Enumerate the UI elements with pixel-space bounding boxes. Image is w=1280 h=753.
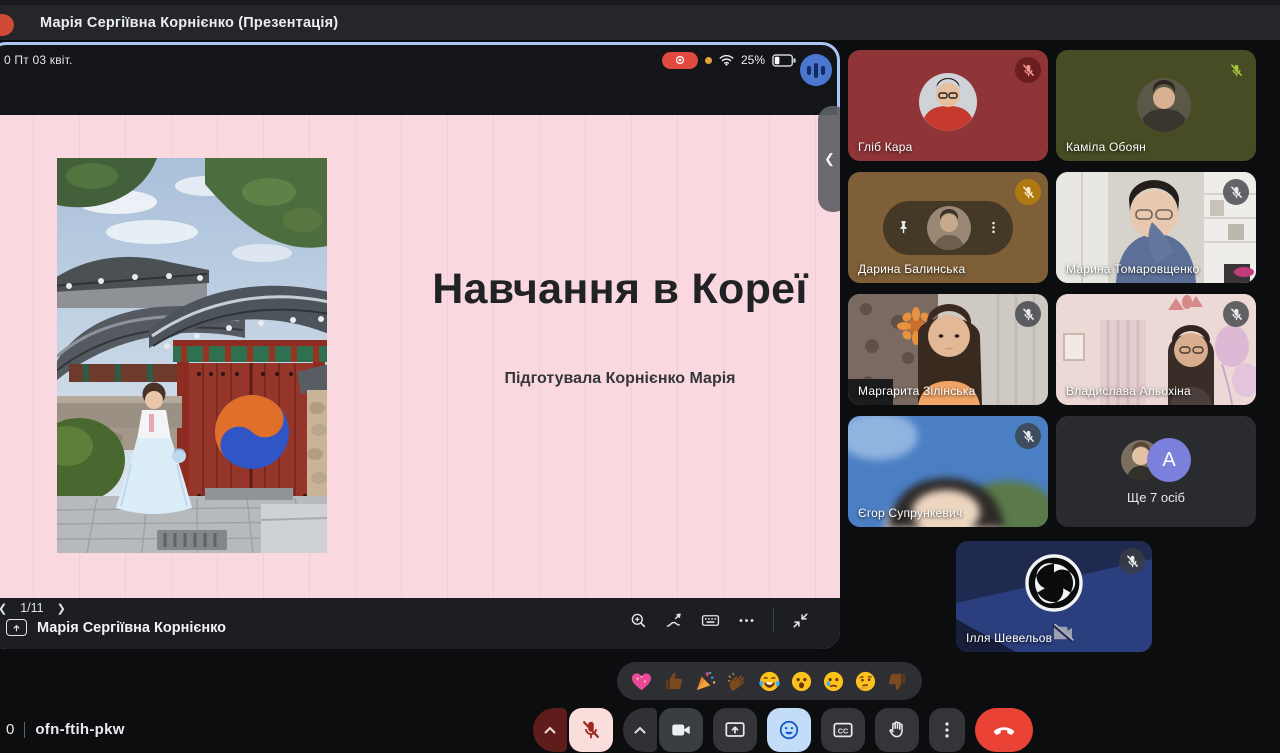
reaction-joy-face[interactable]: [758, 670, 781, 693]
slide-subtitle: Підготувала Корнієнко Марія: [424, 370, 816, 388]
captions-button[interactable]: CC: [821, 708, 865, 752]
avatar: [927, 206, 971, 250]
more-options-icon[interactable]: [737, 611, 756, 630]
laser-pointer-icon[interactable]: [665, 611, 684, 630]
call-controls: CC: [533, 708, 1033, 752]
divider: [24, 722, 25, 738]
participant-name: Маргарита Зілінська: [858, 384, 975, 398]
participant-name: Ілля Шевельов: [966, 631, 1052, 645]
menu-bar-datetime: 0 Пт 03 квіт.: [4, 53, 73, 67]
participant-name: Каміла Обоян: [1066, 140, 1146, 154]
participant-name: Єгор Супрункевич: [858, 506, 962, 520]
next-slide-button[interactable]: ❯: [57, 602, 66, 615]
camera-toggle-button[interactable]: [659, 708, 703, 752]
slide-title: Навчання в Кореї: [424, 265, 816, 314]
reaction-thinking-face[interactable]: [854, 670, 877, 693]
presentation-slide: Навчання в Кореї Підготувала Корнієнко М…: [0, 115, 840, 598]
participant-tile[interactable]: Дарина Балинська: [848, 172, 1048, 283]
clock-text: 0: [6, 721, 14, 738]
mic-muted-icon: [1015, 57, 1041, 83]
exit-fullscreen-icon[interactable]: [791, 611, 810, 630]
presentation-title: Марія Сергіївна Корнієнко (Презентація): [40, 15, 338, 31]
captions-glyph: CC: [838, 726, 849, 735]
mic-muted-icon: [1015, 301, 1041, 327]
camera-options-button[interactable]: [623, 708, 657, 752]
reaction-surprised-face[interactable]: [790, 670, 813, 693]
meeting-info: 0 ofn-ftih-pkw: [6, 721, 125, 738]
reactions-button[interactable]: [767, 708, 811, 752]
keyboard-icon[interactable]: [701, 611, 720, 630]
more-options-button[interactable]: [929, 708, 965, 752]
slide-photo-hanbok-korean-gate: [57, 158, 327, 553]
meeting-code: ofn-ftih-pkw: [35, 721, 124, 738]
mic-muted-icon: [1015, 179, 1041, 205]
reaction-crying-face[interactable]: [822, 670, 845, 693]
participant-name: Владислава Альохіна: [1066, 384, 1191, 398]
participant-tile[interactable]: Ілля Шевельов: [956, 541, 1152, 652]
reaction-party-popper[interactable]: [694, 670, 717, 693]
mic-options-button[interactable]: [533, 708, 567, 752]
overflow-participants-tile[interactable]: A Ще 7 осіб: [1056, 416, 1256, 527]
screen-record-pill-icon[interactable]: [662, 52, 698, 69]
tile-hover-controls: [883, 201, 1013, 255]
presentation-toolbar: ❮ 1/11 ❯ Марія Сергіївна Корнієнко: [0, 598, 840, 649]
participant-tile[interactable]: Маргарита Зілінська: [848, 294, 1048, 405]
previous-slide-button[interactable]: ❮: [0, 602, 7, 615]
participants-grid: Гліб Кара Каміла Обоян: [848, 50, 1256, 527]
reaction-thumbs-down[interactable]: [886, 670, 909, 693]
participant-tile[interactable]: Гліб Кара: [848, 50, 1048, 161]
participant-tile[interactable]: Владислава Альохіна: [1056, 294, 1256, 405]
end-call-button[interactable]: [975, 708, 1033, 752]
participant-tile[interactable]: Каміла Обоян: [1056, 50, 1256, 161]
participant-name: Марина Томаровщенко: [1066, 262, 1199, 276]
mic-muted-icon: [1223, 179, 1249, 205]
reaction-thumbs-up[interactable]: [662, 670, 685, 693]
reaction-sparkling-heart[interactable]: [630, 670, 653, 693]
mic-muted-icon: [1015, 423, 1041, 449]
status-dot-icon: [705, 57, 712, 64]
camera-control-group: [623, 708, 703, 752]
zoom-in-icon[interactable]: [629, 611, 648, 630]
toolbar-divider: [773, 608, 774, 632]
present-screen-button[interactable]: [713, 708, 757, 752]
recording-indicator-icon: [0, 14, 14, 36]
participant-name: Гліб Кара: [858, 140, 913, 154]
reaction-clapping-hands[interactable]: [726, 670, 749, 693]
meet-top-bar: Марія Сергіївна Корнієнко (Презентація): [0, 0, 1280, 40]
macos-menu-bar: 0 Пт 03 квіт. 25%: [0, 48, 840, 72]
shared-screen-tile[interactable]: 0 Пт 03 квіт. 25%: [0, 42, 840, 649]
slide-page-indicator: 1/11: [20, 601, 43, 615]
mic-mute-toggle-button[interactable]: [569, 708, 613, 752]
raise-hand-button[interactable]: [875, 708, 919, 752]
participant-tile[interactable]: Марина Томаровщенко: [1056, 172, 1256, 283]
presentation-audio-indicator-icon: [800, 54, 832, 86]
pin-icon[interactable]: [895, 219, 912, 236]
reactions-bar: [617, 662, 922, 700]
mic-muted-icon: [1223, 301, 1249, 327]
presenter-name: Марія Сергіївна Корнієнко: [37, 620, 226, 636]
overflow-avatars: A: [1121, 438, 1191, 482]
participant-name: Дарина Балинська: [858, 262, 965, 276]
participant-tile[interactable]: Єгор Супрункевич: [848, 416, 1048, 527]
obs-logo-icon: [1027, 556, 1081, 611]
tile-more-options-icon[interactable]: [986, 220, 1001, 235]
side-panel-toggle[interactable]: ❮: [818, 106, 840, 212]
camera-off-icon: [1052, 624, 1074, 642]
mic-muted-icon: [1223, 57, 1249, 83]
overflow-count-label: Ще 7 осіб: [1127, 490, 1185, 505]
battery-percent: 25%: [741, 53, 765, 67]
mic-muted-icon: [1119, 548, 1145, 574]
wifi-icon: [719, 54, 734, 66]
battery-icon: [772, 54, 796, 67]
chevron-left-icon: ❮: [824, 151, 835, 167]
presenting-icon: [6, 619, 27, 636]
avatar-initial: A: [1147, 438, 1191, 482]
microphone-control-group: [533, 708, 613, 752]
